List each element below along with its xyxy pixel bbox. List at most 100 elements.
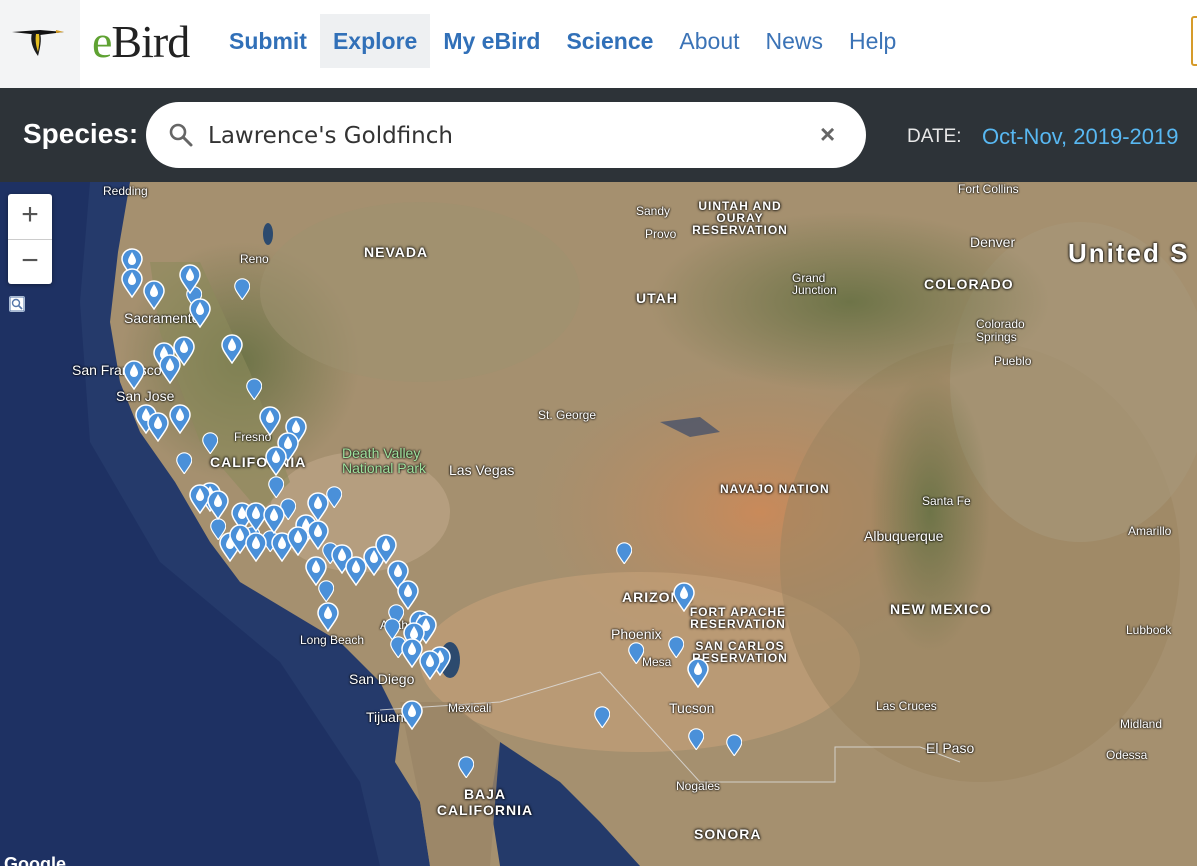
sighting-marker-icon[interactable]: [143, 280, 165, 310]
region-label-navajo: NAVAJO NATION: [720, 482, 830, 496]
sighting-marker-icon[interactable]: [667, 635, 685, 659]
sighting-marker-icon[interactable]: [245, 532, 267, 562]
city-label: Lubbock: [1126, 623, 1172, 637]
sighting-marker-icon[interactable]: [305, 556, 327, 586]
sighting-marker-icon[interactable]: [189, 298, 211, 328]
country-label: United S: [1068, 238, 1190, 268]
zoom-in-button[interactable]: +: [8, 194, 52, 239]
sighting-marker-icon[interactable]: [147, 412, 169, 442]
sighting-marker-icon[interactable]: [201, 431, 219, 455]
species-label: Species:: [23, 118, 139, 149]
city-label: Long Beach: [300, 633, 365, 647]
sighting-marker-icon[interactable]: [457, 755, 475, 779]
city-label: San Jose: [116, 388, 175, 404]
region-label-uintah: UINTAH AND OURAY RESERVATION: [692, 199, 788, 237]
city-label: Amarillo: [1128, 524, 1172, 538]
city-label: Denver: [970, 234, 1016, 250]
city-label: Odessa: [1106, 748, 1148, 762]
search-icon: [169, 123, 193, 147]
sighting-marker-icon[interactable]: [317, 602, 339, 632]
zoom-out-button[interactable]: −: [8, 239, 52, 285]
sighting-marker-icon[interactable]: [419, 650, 441, 680]
sighting-marker-icon[interactable]: [615, 541, 633, 565]
sighting-marker-icon[interactable]: [121, 268, 143, 298]
state-label-baja-california: BAJA CALIFORNIA: [436, 786, 534, 818]
species-input[interactable]: [206, 110, 810, 162]
sighting-marker-icon[interactable]: [263, 504, 285, 534]
city-label: Phoenix: [611, 626, 662, 642]
city-label: San Diego: [349, 671, 415, 687]
city-label: Tucson: [669, 700, 715, 716]
sighting-marker-icon[interactable]: [233, 277, 251, 301]
date-label: DATE:: [907, 126, 962, 147]
sighting-marker-icon[interactable]: [267, 475, 285, 499]
logo-box[interactable]: [0, 0, 80, 88]
state-label-nevada: NEVADA: [364, 244, 429, 260]
state-label-utah: UTAH: [636, 290, 678, 306]
sighting-marker-icon[interactable]: [401, 700, 423, 730]
city-label: St. George: [538, 408, 597, 422]
city-label: Provo: [645, 227, 677, 241]
sighting-marker-icon[interactable]: [307, 492, 329, 522]
state-label-new-mexico: NEW MEXICO: [890, 601, 992, 617]
nav-submit[interactable]: Submit: [216, 14, 320, 68]
sighting-marker-icon[interactable]: [169, 404, 191, 434]
city-label: Death Valley National Park: [342, 445, 427, 476]
city-label: Grand Junction: [792, 271, 837, 297]
city-label: Sandy: [636, 204, 671, 218]
city-label: Reno: [240, 252, 269, 266]
city-label: Fort Collins: [958, 182, 1019, 196]
city-label: Albuquerque: [864, 528, 944, 544]
nav-my-ebird[interactable]: My eBird: [430, 14, 553, 68]
sighting-marker-icon[interactable]: [593, 705, 611, 729]
zoom-box-icon[interactable]: [9, 296, 25, 312]
sighting-marker-icon[interactable]: [687, 727, 705, 751]
city-label: Santa Fe: [922, 494, 971, 508]
nav-science[interactable]: Science: [553, 14, 666, 68]
nav-explore[interactable]: Explore: [319, 14, 431, 68]
nav-news[interactable]: News: [753, 14, 837, 68]
city-label: Colorado Springs: [976, 317, 1025, 344]
sighting-marker-icon[interactable]: [159, 354, 181, 384]
top-navigation: eBird Submit Explore My eBird Science Ab…: [0, 0, 1197, 88]
sighting-marker-icon[interactable]: [245, 377, 263, 401]
main-nav: Submit Explore My eBird Science About Ne…: [216, 14, 909, 68]
city-label: Nogales: [676, 779, 721, 793]
sighting-marker-icon[interactable]: [627, 641, 645, 665]
nav-about[interactable]: About: [666, 14, 752, 68]
sighting-marker-icon[interactable]: [123, 360, 145, 390]
city-label: Midland: [1120, 717, 1163, 731]
sighting-marker-icon[interactable]: [287, 526, 309, 556]
ebird-logo-icon: [12, 30, 64, 56]
region-label-fort-apache: FORT APACHE RESERVATION: [689, 605, 787, 631]
sighting-marker-icon[interactable]: [179, 264, 201, 294]
clear-icon[interactable]: ×: [820, 121, 835, 147]
sighting-marker-icon[interactable]: [207, 490, 229, 520]
sighting-marker-icon[interactable]: [687, 658, 709, 688]
date-range-link[interactable]: Oct-Nov, 2019-2019: [982, 124, 1178, 150]
sighting-marker-icon[interactable]: [397, 580, 419, 610]
ebird-wordmark[interactable]: eBird: [92, 16, 190, 68]
zoom-control: + −: [8, 194, 52, 284]
state-label-sonora: SONORA: [694, 826, 762, 842]
city-label: Las Vegas: [449, 462, 515, 478]
sighting-marker-icon[interactable]: [221, 334, 243, 364]
google-attribution: Google: [4, 854, 66, 866]
city-label: El Paso: [926, 740, 975, 756]
city-label: Redding: [103, 184, 148, 198]
city-label: Mexicali: [448, 701, 492, 715]
sighting-marker-icon[interactable]: [307, 520, 329, 550]
species-search-box[interactable]: ×: [146, 102, 866, 168]
city-label: Las Cruces: [876, 699, 937, 713]
sighting-marker-icon[interactable]: [265, 446, 287, 476]
nav-help[interactable]: Help: [836, 14, 909, 68]
sighting-marker-icon[interactable]: [175, 451, 193, 475]
state-label-colorado: COLORADO: [924, 276, 1014, 292]
map-view[interactable]: NEVADA UTAH COLORADO CALIFORNIA ARIZONA …: [0, 182, 1197, 866]
sighting-marker-icon[interactable]: [673, 582, 695, 612]
species-search-bar: Species: × DATE: Oct-Nov, 2019-2019: [0, 88, 1197, 182]
sighting-marker-icon[interactable]: [725, 733, 743, 757]
sign-in-button[interactable]: [1191, 16, 1197, 66]
city-label: Pueblo: [994, 354, 1032, 368]
city-label: San Francisco: [72, 362, 162, 378]
